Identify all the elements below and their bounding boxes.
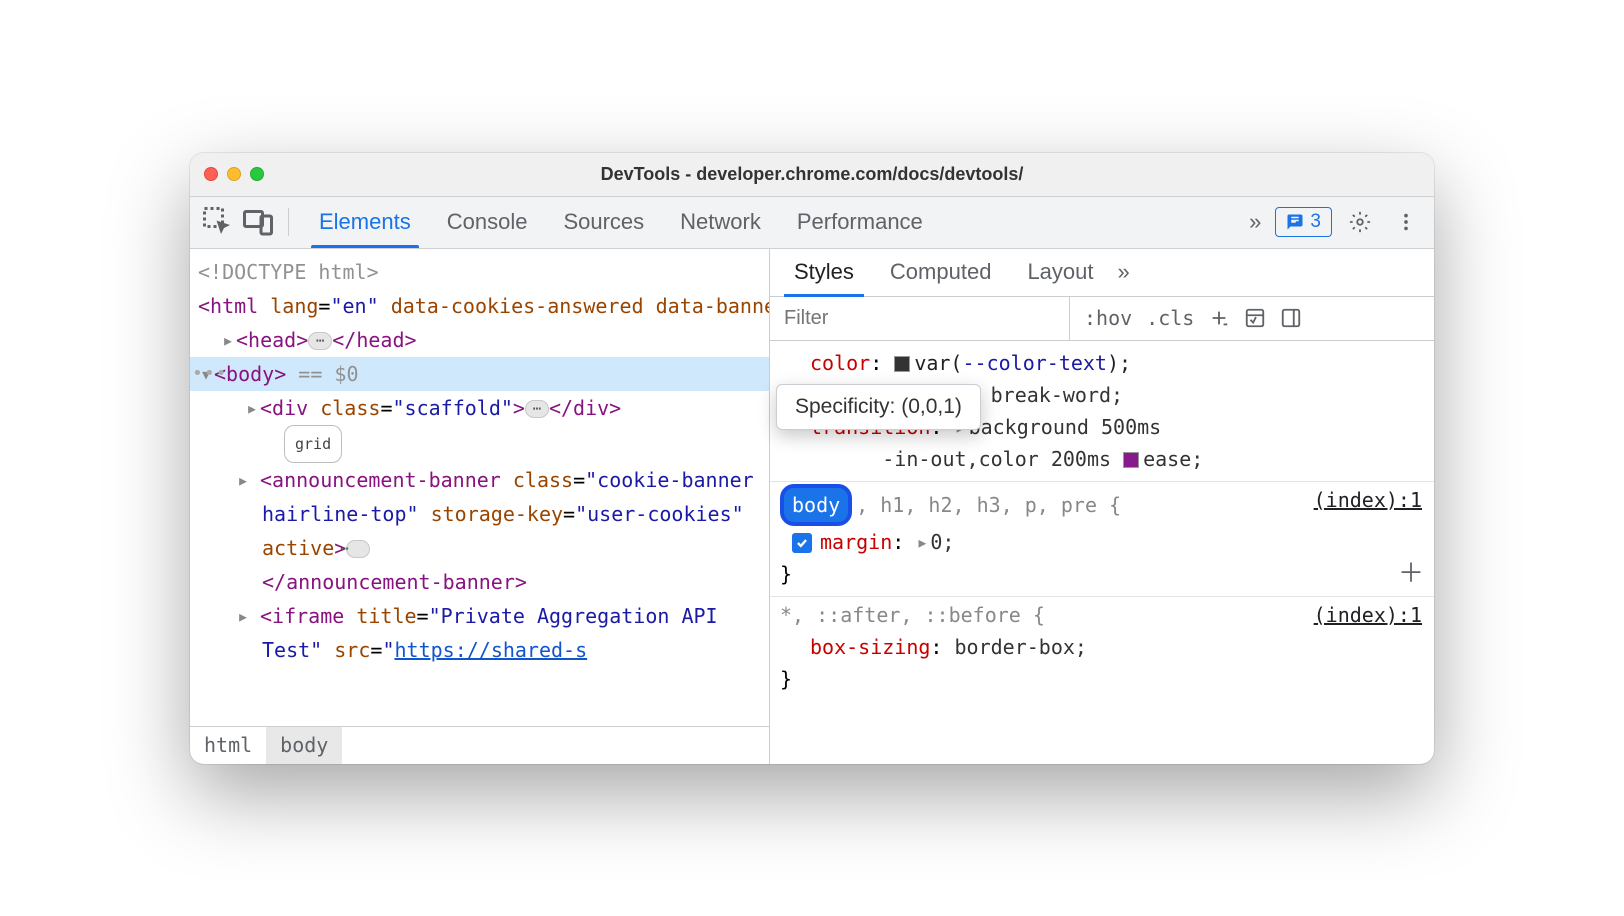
breadcrumb-body[interactable]: body bbox=[266, 727, 342, 764]
add-property-icon[interactable]: ＋ bbox=[1398, 558, 1424, 590]
css-prop[interactable]: margin: ▸0; bbox=[780, 526, 1424, 558]
tab-layout[interactable]: Layout bbox=[1009, 249, 1111, 296]
matched-selector[interactable]: body bbox=[780, 484, 852, 526]
minimize-window-icon[interactable] bbox=[227, 167, 241, 181]
zoom-window-icon[interactable] bbox=[250, 167, 264, 181]
doctype-row[interactable]: <!DOCTYPE html> bbox=[198, 255, 769, 289]
source-link[interactable]: (index):1 bbox=[1314, 484, 1422, 516]
kebab-menu-icon[interactable] bbox=[1388, 204, 1424, 240]
ellipsis-icon[interactable]: ⋯ bbox=[346, 540, 370, 558]
dom-tree[interactable]: <!DOCTYPE html> <html lang="en" data-coo… bbox=[190, 249, 769, 726]
html-open-row[interactable]: <html lang="en" data-cookies-answered da… bbox=[198, 289, 769, 323]
expand-icon[interactable] bbox=[244, 463, 260, 497]
separator bbox=[288, 208, 289, 236]
expand-icon[interactable] bbox=[244, 391, 260, 425]
css-rule[interactable]: (index):1 *, ::after, ::before { box-siz… bbox=[770, 596, 1434, 701]
grid-badge[interactable]: grid bbox=[284, 425, 342, 463]
tab-console[interactable]: Console bbox=[429, 197, 546, 248]
scaffold-row[interactable]: <div class="scaffold">⋯</div> bbox=[198, 391, 769, 425]
dom-panel: <!DOCTYPE html> <html lang="en" data-coo… bbox=[190, 249, 770, 764]
css-prop-cont[interactable]: xxxxxx-in-out,color 200ms ease; bbox=[780, 443, 1424, 475]
filter-input[interactable] bbox=[770, 297, 1070, 340]
tab-computed[interactable]: Computed bbox=[872, 249, 1010, 296]
prop-checkbox[interactable] bbox=[792, 533, 812, 553]
filter-row: :hov .cls bbox=[770, 297, 1434, 341]
source-link[interactable]: (index):1 bbox=[1314, 599, 1422, 631]
color-swatch-icon[interactable] bbox=[894, 356, 910, 372]
computed-panel-icon[interactable] bbox=[1244, 307, 1266, 329]
more-styles-tabs-icon[interactable]: » bbox=[1112, 259, 1136, 285]
window-title: DevTools - developer.chrome.com/docs/dev… bbox=[190, 164, 1434, 185]
toggle-sidebar-icon[interactable] bbox=[1280, 307, 1302, 329]
rule-close: } bbox=[780, 663, 1424, 695]
selection-dots-icon: ••• bbox=[192, 357, 228, 391]
bezier-swatch-icon[interactable] bbox=[1123, 452, 1139, 468]
tab-performance[interactable]: Performance bbox=[779, 197, 941, 248]
more-tabs-icon[interactable]: » bbox=[1243, 209, 1267, 235]
expand-icon[interactable] bbox=[220, 323, 236, 357]
tab-elements[interactable]: Elements bbox=[301, 197, 429, 248]
rule-close: } bbox=[780, 558, 1424, 590]
head-row[interactable]: <head>⋯</head> bbox=[198, 323, 769, 357]
toolbar-right bbox=[1342, 204, 1424, 240]
css-prop[interactable]: color: var(--color-text); bbox=[780, 347, 1424, 379]
main-toolbar: Elements Console Sources Network Perform… bbox=[190, 197, 1434, 249]
settings-icon[interactable] bbox=[1342, 204, 1378, 240]
ellipsis-icon[interactable]: ⋯ bbox=[525, 400, 549, 418]
filter-tools: :hov .cls bbox=[1070, 306, 1316, 330]
new-rule-icon[interactable] bbox=[1208, 307, 1230, 329]
ellipsis-icon[interactable]: ⋯ bbox=[308, 332, 332, 350]
titlebar: DevTools - developer.chrome.com/docs/dev… bbox=[190, 153, 1434, 197]
tab-network[interactable]: Network bbox=[662, 197, 779, 248]
inspect-element-icon[interactable] bbox=[200, 204, 236, 240]
iframe-row[interactable]: <iframe title="Private Aggregation API T… bbox=[198, 599, 769, 667]
tab-styles[interactable]: Styles bbox=[776, 249, 872, 296]
main-tabs: Elements Console Sources Network Perform… bbox=[301, 197, 1239, 248]
breadcrumb-html[interactable]: html bbox=[190, 727, 266, 764]
css-prop[interactable]: box-sizing: border-box; bbox=[780, 631, 1424, 663]
styles-tabs: Styles Computed Layout » bbox=[770, 249, 1434, 297]
device-toggle-icon[interactable] bbox=[240, 204, 276, 240]
tab-sources[interactable]: Sources bbox=[545, 197, 662, 248]
traffic-lights bbox=[204, 167, 264, 181]
specificity-tooltip: Specificity: (0,0,1) bbox=[776, 384, 981, 430]
banner-row[interactable]: <announcement-banner class="cookie-banne… bbox=[198, 463, 769, 599]
expand-icon[interactable] bbox=[244, 599, 260, 633]
main-content: <!DOCTYPE html> <html lang="en" data-coo… bbox=[190, 249, 1434, 764]
css-rule[interactable]: (index):1 body, h1, h2, h3, p, pre { mar… bbox=[770, 481, 1434, 596]
cls-toggle[interactable]: .cls bbox=[1146, 306, 1194, 330]
breadcrumb: html body bbox=[190, 726, 769, 764]
hov-toggle[interactable]: :hov bbox=[1084, 306, 1132, 330]
issues-count: 3 bbox=[1310, 211, 1321, 233]
styles-panel: Styles Computed Layout » :hov .cls color… bbox=[770, 249, 1434, 764]
devtools-window: DevTools - developer.chrome.com/docs/dev… bbox=[190, 153, 1434, 764]
body-row-selected[interactable]: ••• <body> == $0 bbox=[190, 357, 769, 391]
issues-badge[interactable]: 3 bbox=[1275, 207, 1332, 237]
close-window-icon[interactable] bbox=[204, 167, 218, 181]
grid-badge-row: grid bbox=[198, 425, 769, 463]
